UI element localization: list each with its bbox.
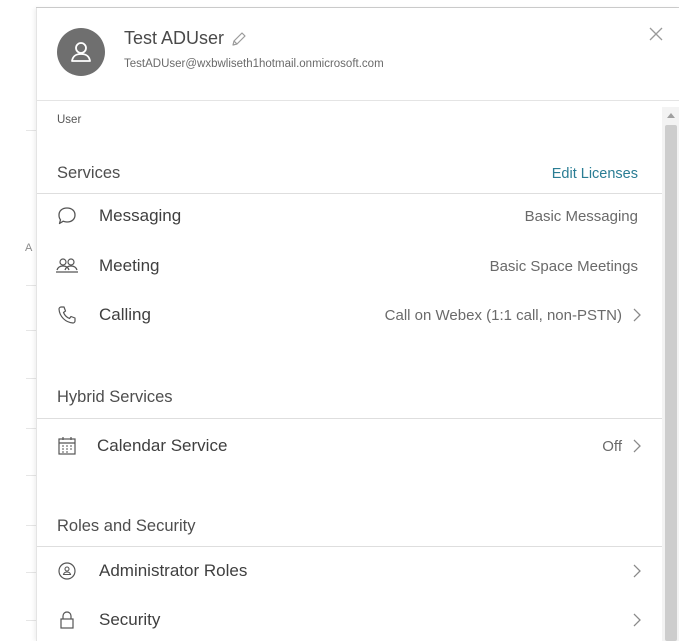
service-value: Off xyxy=(602,437,622,455)
service-label: Meeting xyxy=(99,256,160,275)
service-row-calendar[interactable]: Calendar Service Off xyxy=(37,426,662,466)
chevron-right-icon xyxy=(633,613,641,627)
divider xyxy=(37,546,662,547)
service-label: Messaging xyxy=(99,206,182,225)
close-icon[interactable] xyxy=(648,26,664,42)
row-administrator-roles[interactable]: Administrator Roles xyxy=(37,551,662,591)
user-role: User xyxy=(57,114,82,126)
chat-bubble-icon xyxy=(55,204,79,228)
edit-pencil-icon[interactable] xyxy=(230,30,248,48)
chevron-right-icon xyxy=(633,564,641,578)
background-divider xyxy=(26,475,36,476)
section-title-services: Services xyxy=(57,164,121,182)
avatar xyxy=(57,28,105,76)
background-divider xyxy=(26,428,36,429)
meeting-people-icon xyxy=(55,254,79,278)
user-details-panel: Test ADUser TestADUser@wxbwliseth1hotmai… xyxy=(36,8,679,641)
background-page: A xyxy=(0,0,36,641)
section-title-roles-security: Roles and Security xyxy=(57,517,196,535)
user-icon xyxy=(71,42,91,62)
row-label: Administrator Roles xyxy=(99,561,248,580)
service-value: Basic Space Meetings xyxy=(489,257,638,275)
admin-badge-icon xyxy=(55,559,79,583)
background-letter: A xyxy=(25,242,33,254)
background-divider xyxy=(26,330,36,331)
service-row-messaging[interactable]: Messaging Basic Messaging xyxy=(37,196,662,236)
calendar-icon xyxy=(55,434,79,458)
row-security[interactable]: Security xyxy=(37,600,662,640)
background-divider xyxy=(26,525,36,526)
user-name: Test ADUser xyxy=(124,28,225,48)
user-header: Test ADUser TestADUser@wxbwliseth1hotmai… xyxy=(37,8,679,101)
row-label: Security xyxy=(99,610,161,629)
service-label: Calling xyxy=(99,305,151,324)
divider xyxy=(37,193,662,194)
section-title-hybrid-services: Hybrid Services xyxy=(57,388,173,406)
background-divider xyxy=(26,572,36,573)
lock-icon xyxy=(55,608,79,632)
scrollbar[interactable] xyxy=(662,107,679,641)
chevron-right-icon xyxy=(633,439,641,453)
scrollbar-thumb[interactable] xyxy=(665,125,677,641)
service-row-meeting[interactable]: Meeting Basic Space Meetings xyxy=(37,246,662,286)
service-value: Basic Messaging xyxy=(524,207,638,225)
divider xyxy=(37,418,662,419)
service-label: Calendar Service xyxy=(97,436,228,455)
user-email: TestADUser@wxbwliseth1hotmail.onmicrosof… xyxy=(124,58,384,70)
background-divider xyxy=(26,130,36,131)
edit-licenses-link[interactable]: Edit Licenses xyxy=(552,166,638,182)
chevron-right-icon xyxy=(633,308,641,322)
phone-icon xyxy=(55,303,79,327)
background-divider xyxy=(26,620,36,621)
background-divider xyxy=(26,285,36,286)
service-row-calling[interactable]: Calling Call on Webex (1:1 call, non-PST… xyxy=(37,295,662,335)
background-divider xyxy=(26,378,36,379)
scroll-up-arrow-icon[interactable] xyxy=(667,113,675,118)
service-value: Call on Webex (1:1 call, non-PSTN) xyxy=(384,306,622,324)
